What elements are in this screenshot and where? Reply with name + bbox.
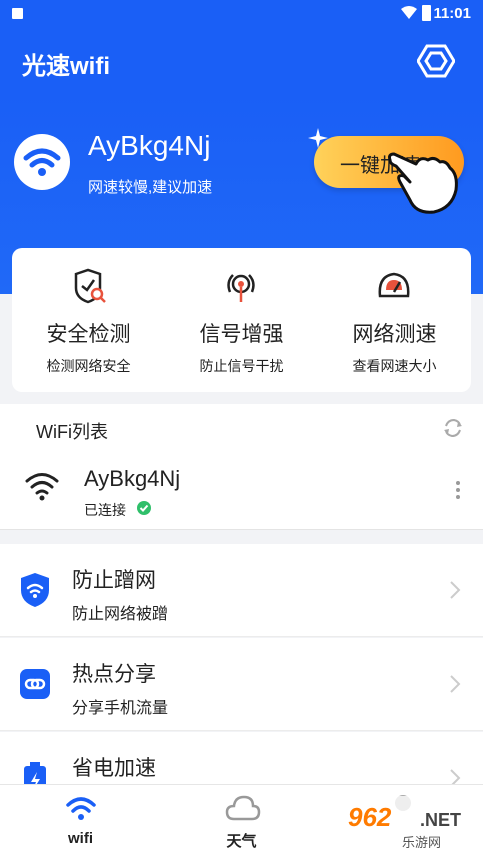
hotspot-link-icon [20,669,50,699]
feature-anti-leech[interactable]: 防止蹭网 防止网络被蹭 [0,544,483,637]
status-bar: 11:01 [0,0,483,28]
battery-icon [422,5,431,21]
tool-signal-boost[interactable]: 信号增强 防止信号干扰 [165,248,318,392]
watermark-name: 乐游网 [402,835,442,850]
site-watermark: 962 .NET 乐游网 [344,796,480,852]
pointing-hand-icon [388,152,458,214]
tab-label: 天气 [226,833,257,850]
shield-wifi-icon [21,573,49,607]
feature-name: 防止蹭网 [72,569,156,592]
wifi-signal-icon [401,6,417,19]
speedometer-icon [378,272,410,298]
chevron-right-icon [450,581,461,599]
tool-sub: 防止信号干扰 [199,358,284,374]
wifi-icon [66,797,96,820]
tab-weather[interactable]: 天气 [161,785,322,859]
more-vert-icon[interactable] [455,480,461,500]
tool-name: 网络测速 [352,323,437,346]
feature-sub: 防止网络被蹭 [72,606,169,623]
quick-tools-card: 安全检测 检测网络安全 信号增强 防止信号干扰 网络测速 查看网速大小 [12,248,471,392]
tab-label: wifi [68,830,93,847]
wifi-list-section: WiFi列表 AyBkg4Nj 已连接 [0,404,483,530]
tool-sub: 查看网速大小 [352,358,437,374]
network-status: 已连接 [84,502,126,518]
tool-name: 信号增强 [199,323,284,346]
chevron-right-icon [450,675,461,693]
refresh-icon[interactable] [441,416,465,440]
app-bar: 光速wifi [0,28,483,94]
connected-check-icon [137,501,151,515]
connected-ssid: AyBkg4Nj [88,130,211,161]
shield-check-icon [74,268,106,304]
wifi-icon [25,473,59,501]
sparkle-icon [308,128,328,148]
network-ssid[interactable]: AyBkg4Nj [84,466,180,492]
watermark-domain: .NET [420,810,462,830]
tab-wifi[interactable]: wifi [0,785,161,859]
divider [0,529,483,530]
hexagon-icon[interactable] [417,42,455,80]
feature-hotspot-share[interactable]: 热点分享 分享手机流量 [0,638,483,731]
tool-sub: 检测网络安全 [46,358,131,374]
clock: 11:01 [433,5,471,22]
feature-name: 热点分享 [72,663,156,686]
feature-name: 省电加速 [72,757,156,780]
signal-antenna-icon [227,274,255,302]
tool-security-check[interactable]: 安全检测 检测网络安全 [12,248,165,392]
cloud-icon [225,795,261,821]
tool-name: 安全检测 [46,323,131,346]
watermark-number: 962 [348,802,392,832]
speed-hint: 网速较慢,建议加速 [88,179,213,196]
wifi-list-heading: WiFi列表 [36,422,108,442]
feature-sub: 分享手机流量 [72,700,169,717]
tool-speed-test[interactable]: 网络测速 查看网速大小 [318,248,471,392]
notification-icon [12,8,23,19]
wifi-status-icon [14,134,70,190]
app-title: 光速wifi [22,53,110,80]
